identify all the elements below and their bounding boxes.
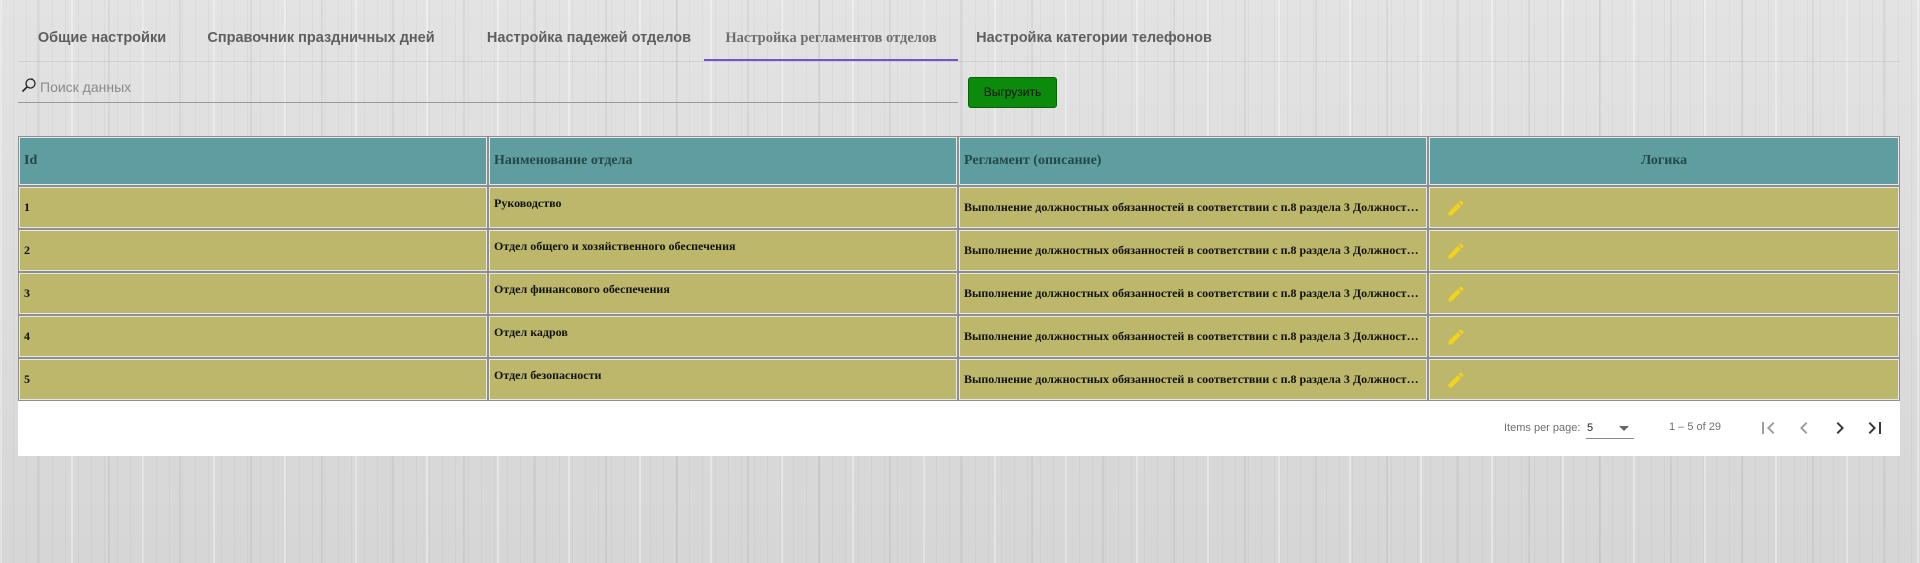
cell-department-name: Отдел общего и хозяйственного обеспечени… [488, 229, 958, 272]
column-header-logic: Логика [1428, 136, 1900, 186]
cell-logic [1428, 272, 1900, 315]
export-button[interactable]: Выгрузить [968, 77, 1057, 108]
column-header-department-name[interactable]: Наименование отдела [488, 136, 958, 186]
page-size-value: 5 [1587, 422, 1594, 434]
cell-logic [1428, 186, 1900, 229]
tab-holidays[interactable]: Справочник праздничных дней [186, 17, 456, 61]
paginator: Items per page: 5 1 – 5 of 29 [18, 402, 1900, 456]
pencil-icon[interactable] [1446, 370, 1466, 390]
cell-reglament: Выполнение должностных обязанностей в со… [958, 272, 1428, 315]
table-row[interactable]: 1 Руководство Выполнение должностных обя… [18, 186, 1900, 229]
cell-id: 4 [18, 315, 488, 358]
page-size-select[interactable]: 5 [1586, 416, 1634, 439]
cell-department-name: Отдел финансового обеспечения [488, 272, 958, 315]
table-row[interactable]: 3 Отдел финансового обеспечения Выполнен… [18, 272, 1900, 315]
tab-label: Настройка категории телефонов [976, 30, 1212, 46]
table-row[interactable]: 5 Отдел безопасности Выполнение должност… [18, 358, 1900, 401]
next-page-button[interactable] [1828, 416, 1852, 440]
cell-reglament: Выполнение должностных обязанностей в со… [958, 186, 1428, 229]
pencil-icon[interactable] [1446, 198, 1466, 218]
reglaments-table: Id Наименование отдела Регламент (описан… [18, 136, 1900, 401]
cell-reglament: Выполнение должностных обязанностей в со… [958, 229, 1428, 272]
cell-id: 2 [18, 229, 488, 272]
tab-label: Справочник праздничных дней [207, 30, 435, 46]
first-page-button[interactable] [1756, 416, 1780, 440]
tab-department-cases[interactable]: Настройка падежей отделов [456, 17, 722, 61]
last-page-icon [1868, 422, 1881, 434]
tab-label: Настройка регламентов отделов [725, 30, 937, 46]
pencil-icon[interactable] [1446, 284, 1466, 304]
cell-id: 5 [18, 358, 488, 401]
cell-department-name: Отдел безопасности [488, 358, 958, 401]
data-table-card: Id Наименование отдела Регламент (описан… [18, 136, 1900, 456]
export-button-label: Выгрузить [983, 85, 1042, 99]
cell-department-name: Отдел кадров [488, 315, 958, 358]
cell-id: 1 [18, 186, 488, 229]
search-refresh-icon [21, 78, 36, 93]
search-field [18, 74, 958, 103]
tab-phone-categories[interactable]: Настройка категории телефонов [958, 17, 1230, 61]
cell-reglament: Выполнение должностных обязанностей в со… [958, 358, 1428, 401]
last-page-button[interactable] [1863, 416, 1887, 440]
cell-department-name: Руководство [488, 186, 958, 229]
tab-bar: Общие настройки Справочник праздничных д… [18, 17, 1900, 62]
tab-label: Настройка падежей отделов [486, 30, 692, 46]
tab-general-settings[interactable]: Общие настройки [18, 17, 186, 61]
table-header-row: Id Наименование отдела Регламент (описан… [18, 136, 1900, 186]
active-tab-indicator [704, 59, 958, 61]
dropdown-arrow-icon [1619, 426, 1629, 431]
cell-logic [1428, 229, 1900, 272]
cell-logic [1428, 315, 1900, 358]
chevron-right-icon [1836, 422, 1844, 434]
chevron-left-icon [1800, 422, 1808, 434]
tab-department-reglaments[interactable]: Настройка регламентов отделов [704, 17, 958, 61]
items-per-page-label: Items per page: [1504, 422, 1581, 434]
previous-page-button[interactable] [1792, 416, 1816, 440]
cell-reglament: Выполнение должностных обязанностей в со… [958, 315, 1428, 358]
column-header-id[interactable]: Id [18, 136, 488, 186]
pencil-icon[interactable] [1446, 241, 1466, 261]
column-header-reglament[interactable]: Регламент (описание) [958, 136, 1428, 186]
table-row[interactable]: 4 Отдел кадров Выполнение должностных об… [18, 315, 1900, 358]
page-range-label: 1 – 5 of 29 [1669, 421, 1721, 433]
tab-label: Общие настройки [37, 30, 167, 46]
cell-id: 3 [18, 272, 488, 315]
pencil-icon[interactable] [1446, 327, 1466, 347]
cell-logic [1428, 358, 1900, 401]
first-page-icon [1762, 422, 1775, 434]
search-input[interactable] [40, 77, 940, 97]
table-row[interactable]: 2 Отдел общего и хозяйственного обеспече… [18, 229, 1900, 272]
